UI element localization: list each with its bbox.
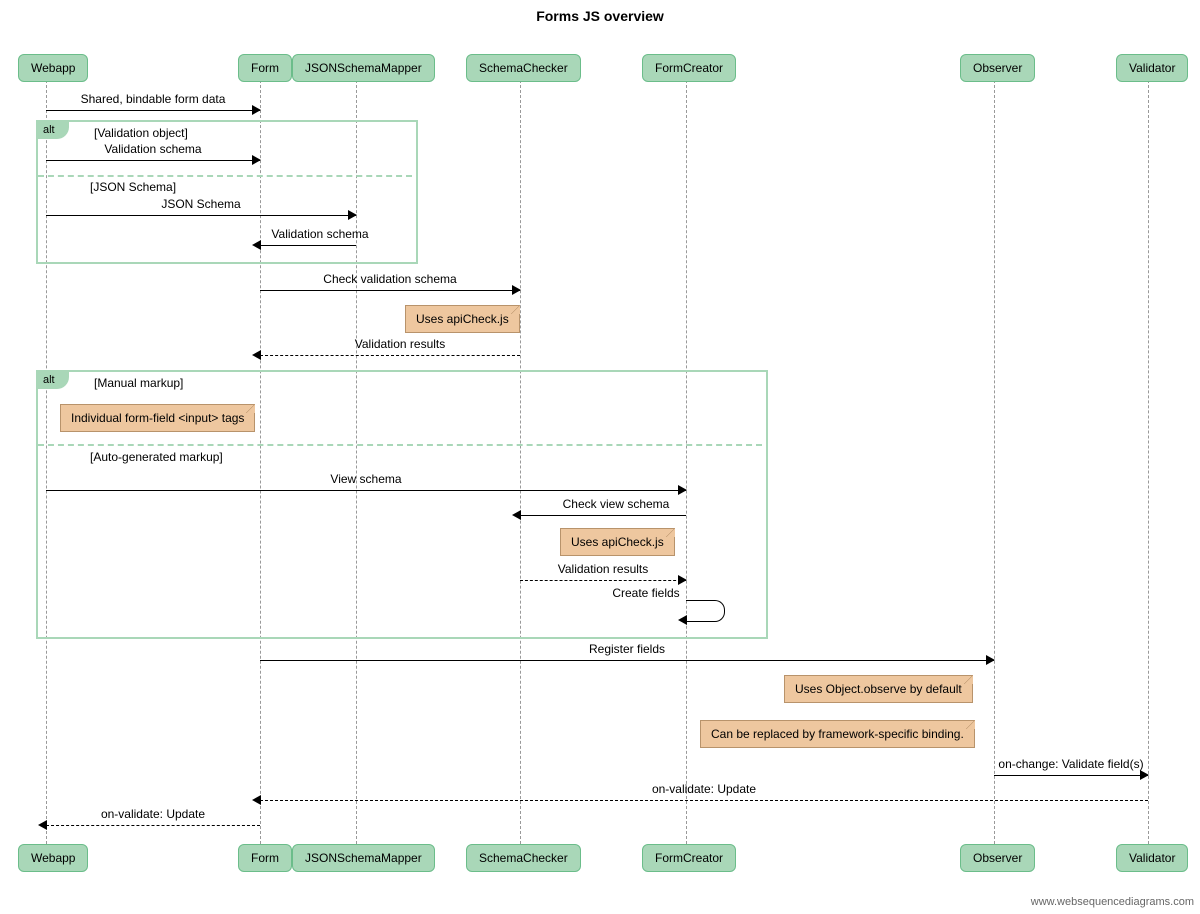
- arrow-icon: [678, 615, 687, 625]
- msg-json-schema: [46, 215, 356, 216]
- label-register-fields: Register fields: [587, 642, 667, 658]
- alt-else-cond-2: [Auto-generated markup]: [90, 450, 223, 464]
- label-validation-schema-2: Validation schema: [269, 227, 370, 243]
- label-on-change: on-change: Validate field(s): [996, 757, 1145, 773]
- note-apicheck-2: Uses apiCheck.js: [560, 528, 675, 556]
- participant-validator-bottom: Validator: [1116, 844, 1188, 872]
- note-apicheck-1: Uses apiCheck.js: [405, 305, 520, 333]
- msg-check-view-schema: [520, 515, 686, 516]
- msg-register-fields: [260, 660, 994, 661]
- alt-cond: [Manual markup]: [94, 376, 183, 390]
- participant-formcreator-bottom: FormCreator: [642, 844, 736, 872]
- arrow-icon: [512, 510, 521, 520]
- arrow-icon: [252, 350, 261, 360]
- alt-separator-2: [38, 444, 762, 446]
- participant-webapp-bottom: Webapp: [18, 844, 88, 872]
- participant-jsonschemamapper-bottom: JSONSchemaMapper: [292, 844, 435, 872]
- arrow-icon: [986, 655, 995, 665]
- arrow-icon: [678, 575, 687, 585]
- label-view-schema: View schema: [328, 472, 403, 488]
- alt-else-cond: [JSON Schema]: [90, 180, 176, 194]
- note-input-tags: Individual form-field <input> tags: [60, 404, 255, 432]
- label-create-fields: Create fields: [610, 586, 681, 602]
- lifeline-validator: [1148, 80, 1149, 844]
- participant-observer-top: Observer: [960, 54, 1035, 82]
- arrow-icon: [252, 155, 261, 165]
- msg-validation-results-2: [520, 580, 686, 581]
- label-on-validate-form: on-validate: Update: [650, 782, 758, 798]
- msg-validation-schema-1: [46, 160, 260, 161]
- label-validation-results-1: Validation results: [353, 337, 448, 353]
- label-check-view-schema: Check view schema: [561, 497, 672, 513]
- note-object-observe: Uses Object.observe by default: [784, 675, 973, 703]
- participant-validator-top: Validator: [1116, 54, 1188, 82]
- arrow-icon: [252, 240, 261, 250]
- arrow-icon: [512, 285, 521, 295]
- sequence-diagram: Forms JS overview Webapp Form JSONSchema…: [0, 0, 1200, 914]
- msg-on-change: [994, 775, 1148, 776]
- msg-view-schema: [46, 490, 686, 491]
- lifeline-observer: [994, 80, 995, 844]
- alt-separator: [38, 175, 412, 177]
- alt-tag: alt: [37, 121, 69, 139]
- label-check-validation-schema: Check validation schema: [321, 272, 458, 288]
- msg-on-validate-webapp: [46, 825, 260, 826]
- participant-webapp-top: Webapp: [18, 54, 88, 82]
- participant-schemachecker-bottom: SchemaChecker: [466, 844, 581, 872]
- alt-tag: alt: [37, 371, 69, 389]
- footer-credit: www.websequencediagrams.com: [1031, 896, 1194, 908]
- msg-validation-results-1: [260, 355, 520, 356]
- participant-form-top: Form: [238, 54, 292, 82]
- label-on-validate-webapp: on-validate: Update: [99, 807, 207, 823]
- arrow-icon: [678, 485, 687, 495]
- diagram-title: Forms JS overview: [0, 8, 1200, 24]
- selfmsg-create-fields: [686, 600, 725, 622]
- label-validation-results-2: Validation results: [556, 562, 651, 578]
- label-json-schema: JSON Schema: [159, 197, 242, 213]
- participant-jsonschemamapper-top: JSONSchemaMapper: [292, 54, 435, 82]
- msg-shared-data: [46, 110, 260, 111]
- msg-on-validate-form: [260, 800, 1148, 801]
- participant-form-bottom: Form: [238, 844, 292, 872]
- msg-check-validation-schema: [260, 290, 520, 291]
- label-shared-data: Shared, bindable form data: [79, 92, 228, 108]
- participant-formcreator-top: FormCreator: [642, 54, 736, 82]
- participant-schemachecker-top: SchemaChecker: [466, 54, 581, 82]
- arrow-icon: [252, 795, 261, 805]
- arrow-icon: [38, 820, 47, 830]
- msg-validation-schema-2: [260, 245, 356, 246]
- arrow-icon: [252, 105, 261, 115]
- participant-observer-bottom: Observer: [960, 844, 1035, 872]
- note-framework-binding: Can be replaced by framework-specific bi…: [700, 720, 975, 748]
- label-validation-schema-1: Validation schema: [102, 142, 203, 158]
- alt-cond: [Validation object]: [94, 126, 188, 140]
- arrow-icon: [348, 210, 357, 220]
